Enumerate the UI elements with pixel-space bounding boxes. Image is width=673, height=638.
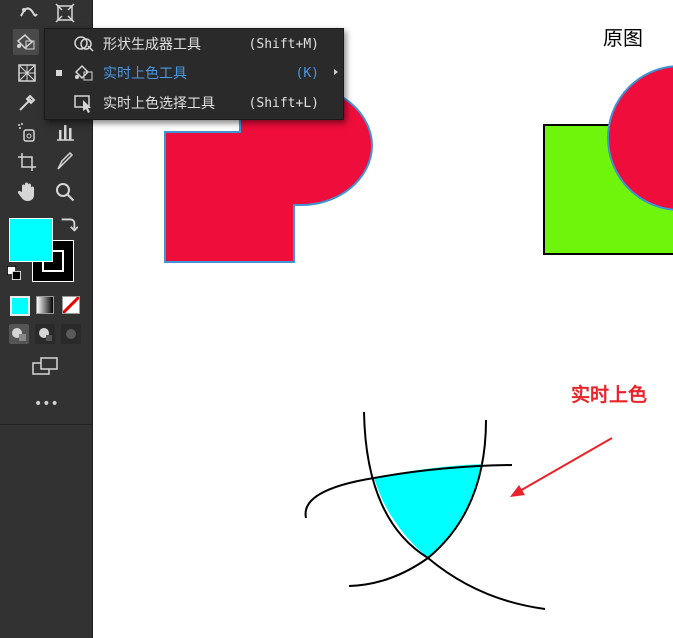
pointer-arrow-line: [517, 437, 613, 493]
shape-builder-icon: [73, 34, 95, 54]
live-paint-tool-flyout: 形状生成器工具 (Shift+M) 实时上色工具 (K) 实时上色选择工具 (S…: [44, 28, 344, 120]
original-label: 原图: [603, 26, 643, 50]
live-paint-annotation: 实时上色: [571, 384, 648, 406]
flyout-item-shape-builder[interactable]: 形状生成器工具 (Shift+M): [45, 30, 343, 58]
pointer-arrow-head: [510, 485, 525, 497]
flyout-item-label: 形状生成器工具: [103, 37, 201, 53]
live-paint-bucket-icon: [73, 63, 95, 83]
flyout-item-label: 实时上色选择工具: [103, 96, 215, 112]
flyout-expand-arrow-icon[interactable]: [334, 69, 338, 75]
flyout-item-shortcut: (Shift+M): [248, 36, 319, 52]
flyout-item-live-paint-bucket[interactable]: 实时上色工具 (K): [45, 59, 343, 87]
live-paint-selection-icon: [73, 93, 95, 113]
flyout-item-shortcut: (K): [295, 65, 319, 81]
selected-bullet-icon: [56, 70, 62, 76]
flyout-item-shortcut: (Shift+L): [248, 95, 319, 111]
fill-color-swatch[interactable]: [9, 218, 53, 262]
flyout-item-live-paint-selection[interactable]: 实时上色选择工具 (Shift+L): [45, 89, 343, 117]
flyout-item-label: 实时上色工具: [103, 66, 187, 82]
